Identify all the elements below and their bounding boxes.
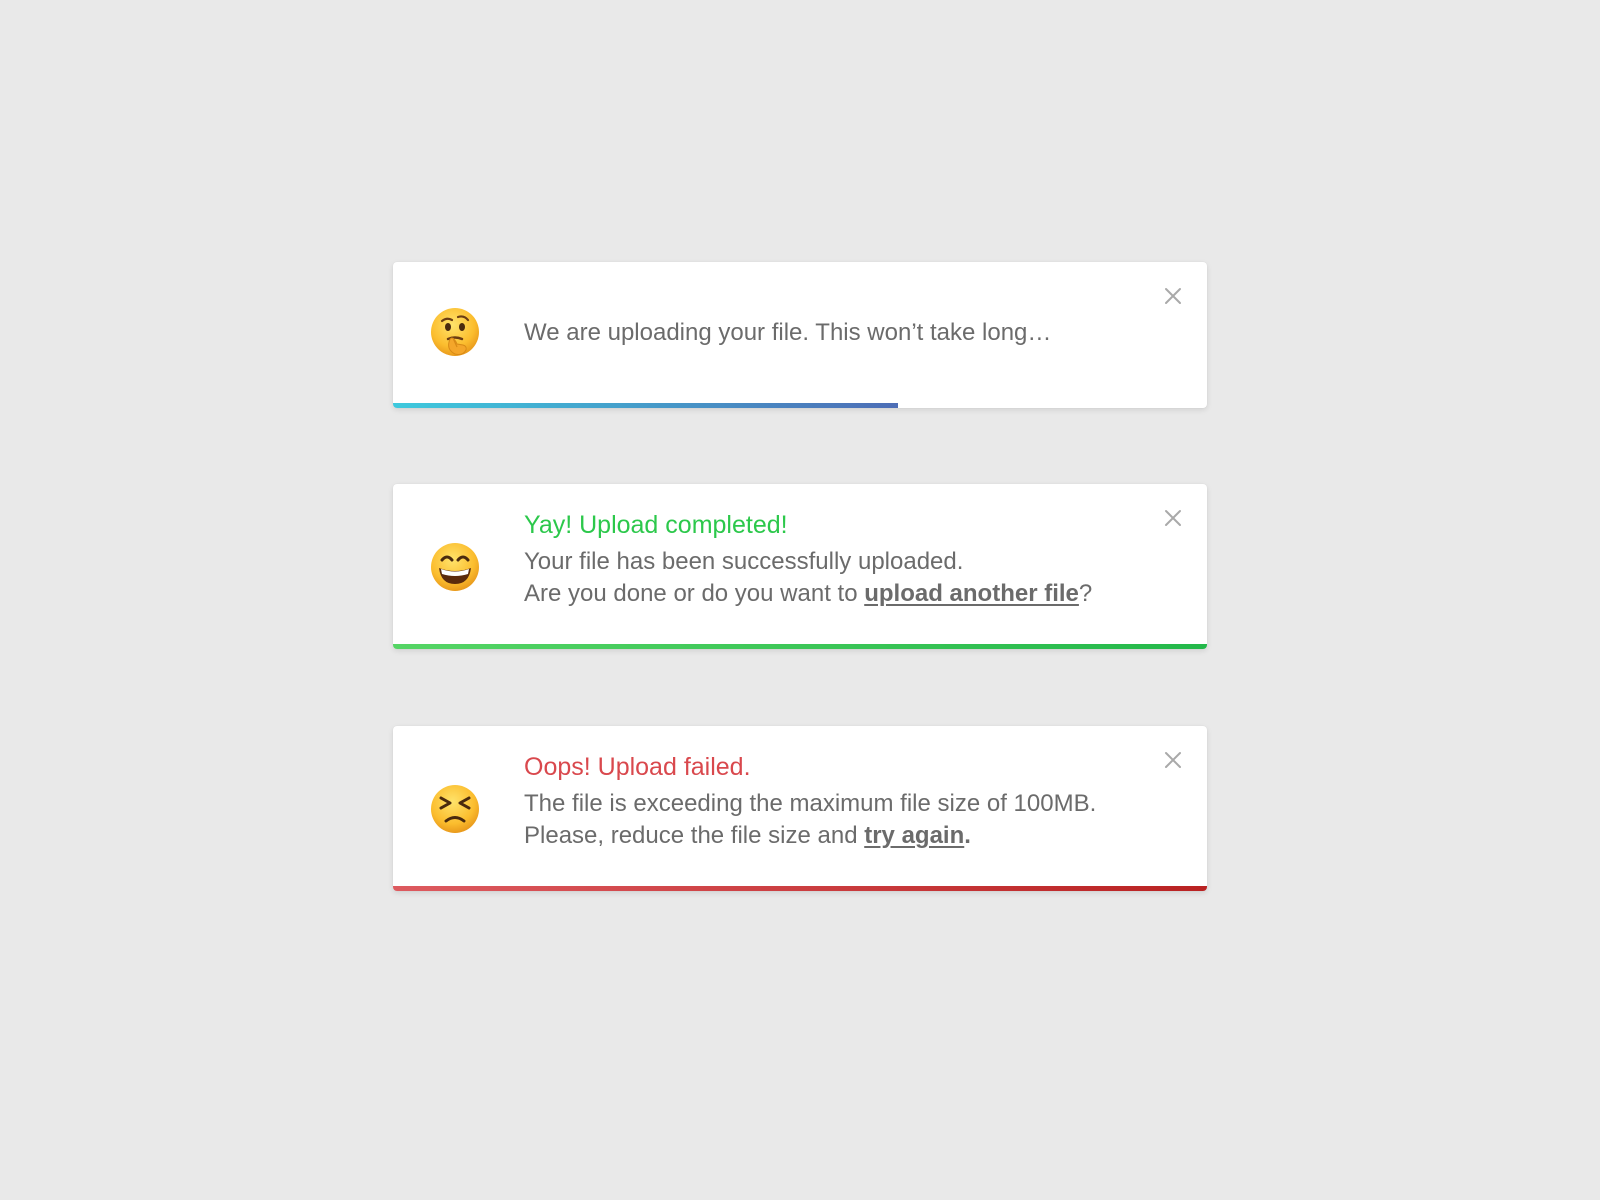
- message-text: Are you done or do you want to: [524, 580, 865, 607]
- toast-message-area: Oops! Upload failed. The file is exceedi…: [524, 750, 1137, 852]
- persevering-face-emoji-icon: [429, 783, 481, 835]
- upload-another-file-link[interactable]: upload another file: [864, 580, 1079, 607]
- toast-title: Oops! Upload failed.: [524, 753, 751, 781]
- message-text: .: [964, 822, 971, 849]
- close-icon[interactable]: [1161, 506, 1185, 530]
- toast-message-line: The file is exceeding the maximum file s…: [524, 790, 1097, 817]
- upload-progress-message: We are uploading your file. This won’t t…: [524, 319, 1052, 346]
- upload-error-toast: Oops! Upload failed. The file is exceedi…: [393, 726, 1207, 891]
- message-text: Please, reduce the file size and: [524, 822, 865, 849]
- message-text: ?: [1078, 580, 1093, 607]
- progress-bar-fill: [393, 886, 1207, 891]
- grinning-face-emoji-icon: [429, 541, 481, 593]
- close-icon[interactable]: [1161, 284, 1185, 308]
- upload-progress-toast: We are uploading your file. This won’t t…: [393, 262, 1207, 408]
- progress-bar: [393, 403, 1207, 408]
- try-again-link[interactable]: try again: [864, 822, 964, 849]
- toast-message-line: Your file has been successfully uploaded…: [524, 548, 964, 575]
- toast-message-line: Please, reduce the file size and try aga…: [524, 820, 1137, 852]
- upload-success-toast: Yay! Upload completed! Your file has bee…: [393, 484, 1207, 649]
- toast-title: Yay! Upload completed!: [524, 511, 788, 539]
- progress-bar-fill: [393, 403, 898, 408]
- thinking-face-emoji-icon: [429, 306, 481, 358]
- toast-message-area: We are uploading your file. This won’t t…: [524, 317, 1137, 349]
- progress-bar: [393, 644, 1207, 649]
- toast-message-line: Are you done or do you want to upload an…: [524, 578, 1137, 610]
- progress-bar-fill: [393, 644, 1207, 649]
- close-icon[interactable]: [1161, 748, 1185, 772]
- progress-bar: [393, 886, 1207, 891]
- toast-message-area: Yay! Upload completed! Your file has bee…: [524, 508, 1137, 610]
